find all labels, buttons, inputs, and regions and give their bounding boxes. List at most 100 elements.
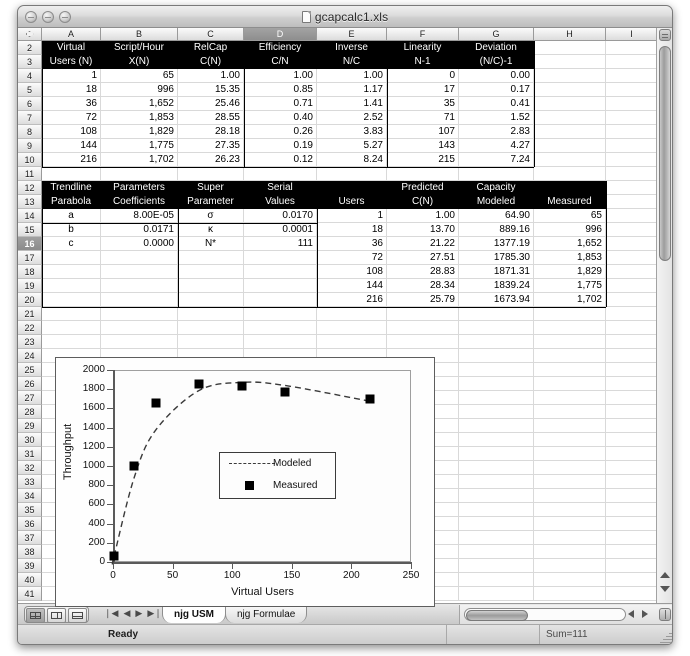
cell[interactable] — [606, 363, 658, 377]
cell[interactable]: 72 — [317, 251, 387, 265]
cell[interactable]: Capacity — [459, 181, 534, 195]
cell[interactable]: 25.46 — [178, 97, 244, 111]
cell[interactable]: Values — [244, 195, 317, 209]
cell[interactable] — [534, 153, 606, 167]
cell[interactable] — [244, 293, 317, 307]
cell[interactable]: 1.52 — [459, 111, 534, 125]
cell[interactable] — [606, 293, 658, 307]
cell[interactable] — [606, 83, 658, 97]
cell[interactable]: Coefficients — [101, 195, 178, 209]
cell[interactable]: 1,829 — [101, 125, 178, 139]
cell[interactable] — [606, 181, 658, 195]
row-header-12[interactable]: 12 — [18, 181, 42, 195]
cell[interactable] — [534, 517, 606, 531]
cell[interactable]: Parameter — [178, 195, 244, 209]
cell[interactable]: Measured — [534, 195, 606, 209]
cell[interactable]: 25.79 — [387, 293, 459, 307]
cell[interactable]: 35 — [387, 97, 459, 111]
cell[interactable] — [244, 251, 317, 265]
cell[interactable] — [606, 447, 658, 461]
cell[interactable] — [534, 559, 606, 573]
table-row[interactable]: 72 27.51 1785.30 1,853 — [42, 251, 658, 265]
cell[interactable]: 1.00 — [387, 209, 459, 223]
cell[interactable]: 108 — [42, 125, 101, 139]
cell[interactable] — [459, 587, 534, 601]
cell[interactable]: 1,775 — [534, 279, 606, 293]
cell[interactable]: 996 — [101, 83, 178, 97]
cell[interactable]: c — [42, 237, 101, 251]
cell[interactable]: Linearity — [387, 41, 459, 55]
vertical-scroll-thumb[interactable] — [659, 46, 671, 261]
row-header-36[interactable]: 36 — [18, 517, 42, 531]
cell[interactable]: 0.0171 — [101, 223, 178, 237]
cell[interactable]: 0.00 — [459, 69, 534, 83]
cell[interactable] — [178, 293, 244, 307]
table-row[interactable]: c 0.0000 N* 111 36 21.22 1377.19 1,652 — [42, 237, 658, 251]
cell[interactable]: 0 — [387, 69, 459, 83]
cell[interactable] — [534, 41, 606, 55]
cell[interactable] — [459, 321, 534, 335]
cell[interactable] — [534, 587, 606, 601]
zoom-button[interactable] — [59, 11, 71, 23]
cell[interactable] — [459, 503, 534, 517]
cell[interactable] — [42, 335, 101, 349]
cell[interactable]: 15.35 — [178, 83, 244, 97]
row-header-23[interactable]: 23 — [18, 335, 42, 349]
close-button[interactable] — [25, 11, 37, 23]
column-header-a[interactable]: A — [42, 28, 101, 41]
cell[interactable] — [606, 125, 658, 139]
cell[interactable] — [101, 279, 178, 293]
cell[interactable]: Modeled — [459, 195, 534, 209]
normal-view-button[interactable] — [26, 608, 45, 623]
table-row[interactable] — [42, 335, 658, 349]
cell[interactable] — [101, 265, 178, 279]
cell[interactable] — [459, 531, 534, 545]
horizontal-scrollbar[interactable] — [459, 605, 672, 624]
cell[interactable]: C/N — [244, 55, 317, 69]
cell[interactable] — [244, 167, 317, 181]
cell[interactable]: 1,652 — [101, 97, 178, 111]
cell[interactable]: a — [42, 209, 101, 223]
next-sheet-button[interactable]: ▶ — [135, 609, 142, 618]
cell[interactable]: 1,829 — [534, 265, 606, 279]
cell[interactable]: 13.70 — [387, 223, 459, 237]
cell[interactable] — [606, 209, 658, 223]
cell[interactable]: 1,775 — [101, 139, 178, 153]
cell[interactable]: 8.24 — [317, 153, 387, 167]
row-header-28[interactable]: 28 — [18, 405, 42, 419]
cell[interactable]: 71 — [387, 111, 459, 125]
cell[interactable]: 8.00E-05 — [101, 209, 178, 223]
first-sheet-button[interactable]: ❘◀ — [104, 609, 118, 618]
cell[interactable] — [606, 55, 658, 69]
table-row[interactable]: Users (N) X(N) C(N) C/N N/C N-1 (N/C)-1 — [42, 55, 658, 69]
cell[interactable] — [387, 167, 459, 181]
table-row[interactable]: Virtual Script/Hour RelCap Efficiency Invers… — [42, 41, 658, 55]
scroll-down-button[interactable] — [660, 586, 670, 595]
layout-view-button[interactable] — [68, 608, 87, 623]
cell[interactable] — [606, 475, 658, 489]
cell[interactable] — [606, 335, 658, 349]
cell[interactable] — [387, 321, 459, 335]
cell[interactable]: κ — [178, 223, 244, 237]
table-row[interactable]: Trendline Parameters Super Serial Predicted C… — [42, 181, 658, 195]
row-header-10[interactable]: 10 — [18, 153, 42, 167]
column-header-e[interactable]: E — [317, 28, 387, 41]
cell[interactable]: 65 — [534, 209, 606, 223]
table-row[interactable]: 108 28.83 1871.31 1,829 — [42, 265, 658, 279]
cell[interactable]: 1,702 — [101, 153, 178, 167]
cell[interactable]: 28.55 — [178, 111, 244, 125]
cell[interactable]: 1785.30 — [459, 251, 534, 265]
cell[interactable]: 64.90 — [459, 209, 534, 223]
cell[interactable]: 1.00 — [244, 69, 317, 83]
sheet-tab-njg-formulae[interactable]: njg Formulae — [225, 606, 308, 623]
row-header-5[interactable]: 5 — [18, 83, 42, 97]
row-header-21[interactable]: 21 — [18, 307, 42, 321]
cell[interactable] — [317, 181, 387, 195]
cell[interactable] — [42, 293, 101, 307]
scroll-right-button[interactable] — [642, 610, 652, 619]
cell[interactable]: 996 — [534, 223, 606, 237]
cell[interactable] — [606, 377, 658, 391]
row-header-32[interactable]: 32 — [18, 461, 42, 475]
cell[interactable] — [534, 125, 606, 139]
cell[interactable]: Parameters — [101, 181, 178, 195]
